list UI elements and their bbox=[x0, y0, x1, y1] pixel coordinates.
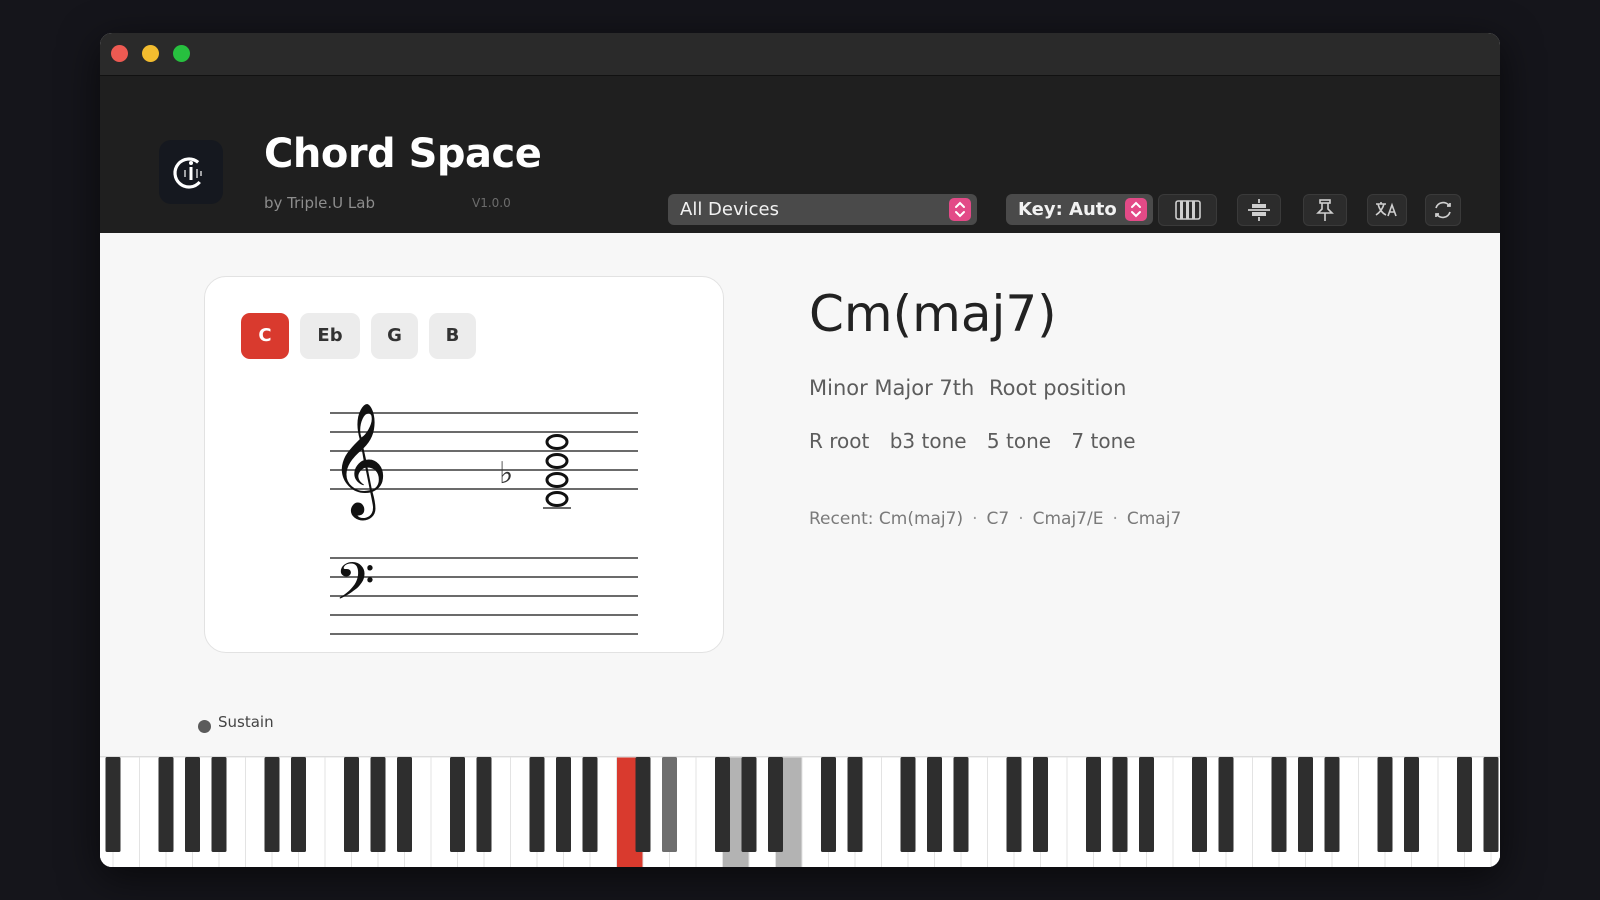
close-window-button[interactable] bbox=[111, 45, 128, 62]
recent-chord[interactable]: Cmaj7 bbox=[1127, 509, 1181, 529]
recent-chord[interactable]: Cmaj7/E bbox=[1033, 509, 1104, 529]
recent-chord[interactable]: C7 bbox=[987, 509, 1010, 529]
black-key-fsharp6[interactable] bbox=[1271, 757, 1287, 852]
black-key-csharp2[interactable] bbox=[450, 757, 465, 852]
black-key-fsharp2[interactable] bbox=[529, 757, 545, 852]
flat-sign-icon: ♭ bbox=[499, 456, 513, 491]
refresh-button[interactable] bbox=[1425, 194, 1461, 226]
device-select-stepper-icon bbox=[949, 198, 971, 221]
black-key-gsharp0[interactable] bbox=[185, 757, 200, 852]
pin-button[interactable] bbox=[1303, 194, 1347, 226]
black-key-gsharp5[interactable] bbox=[1112, 757, 1128, 852]
black-key-eb7[interactable] bbox=[1404, 757, 1419, 852]
black-key-bb0[interactable] bbox=[211, 757, 227, 852]
black-key-bb4[interactable] bbox=[953, 757, 969, 852]
app-window: Chord Space by Triple.U Lab V1.0.0 All D… bbox=[100, 33, 1500, 867]
black-key-eb4[interactable] bbox=[847, 757, 863, 852]
black-key-gsharp6[interactable] bbox=[1298, 757, 1313, 852]
chord-name: Cm(maj7) bbox=[809, 285, 1057, 343]
key-select[interactable]: Key: Auto bbox=[1006, 194, 1153, 225]
refresh-icon bbox=[1435, 201, 1451, 219]
tone-fifth: 5 tone bbox=[986, 429, 1052, 453]
app-title: Chord Space bbox=[264, 131, 542, 177]
black-key-eb5[interactable] bbox=[1033, 757, 1048, 852]
chord-tones: R root b3 tone 5 tone 7 tone bbox=[809, 429, 1150, 453]
device-select-value: All Devices bbox=[680, 199, 779, 220]
black-key-gsharp1[interactable] bbox=[370, 757, 386, 852]
black-key-fsharp5[interactable] bbox=[1086, 757, 1101, 852]
tone-root: R root bbox=[809, 429, 870, 453]
black-key-fsharp7[interactable] bbox=[1457, 757, 1472, 852]
black-key-eb6[interactable] bbox=[1218, 757, 1234, 852]
black-key-bb1[interactable] bbox=[397, 757, 412, 852]
black-key-gsharp7[interactable] bbox=[1483, 757, 1499, 852]
pin-icon bbox=[1316, 199, 1334, 221]
chord-position-label: Root position bbox=[989, 376, 1127, 400]
align-center-icon bbox=[1248, 199, 1270, 221]
recent-label: Recent: bbox=[809, 509, 874, 529]
bass-clef-icon: 𝄢 bbox=[335, 551, 375, 624]
black-key-eb1[interactable] bbox=[291, 757, 306, 852]
black-key-csharp4[interactable] bbox=[821, 757, 836, 852]
piano-keyboard[interactable]: C0C1C2C3C4C5C6C7 bbox=[100, 756, 1500, 867]
translate-button[interactable] bbox=[1367, 194, 1407, 226]
tone-seventh: 7 tone bbox=[1071, 429, 1136, 453]
black-key-fsharp0[interactable] bbox=[158, 757, 174, 852]
black-key-eb0[interactable] bbox=[105, 757, 121, 852]
black-key-gsharp2[interactable] bbox=[556, 757, 571, 852]
align-button[interactable] bbox=[1237, 194, 1281, 226]
treble-clef-icon: 𝄞 bbox=[330, 402, 388, 521]
black-key-fsharp4[interactable] bbox=[900, 757, 916, 852]
app-version: V1.0.0 bbox=[472, 196, 511, 210]
black-key-gsharp3[interactable] bbox=[741, 757, 757, 852]
app-byline: by Triple.U Lab bbox=[264, 194, 375, 212]
black-key-bb5[interactable] bbox=[1139, 757, 1154, 852]
sustain-indicator[interactable] bbox=[198, 720, 211, 733]
title-bar bbox=[100, 33, 1500, 76]
key-select-stepper-icon bbox=[1125, 198, 1147, 221]
black-key-csharp6[interactable] bbox=[1192, 757, 1207, 852]
chord-quality: Minor Major 7th Root position bbox=[809, 376, 1126, 400]
black-key-bb6[interactable] bbox=[1324, 757, 1340, 852]
recent-separator: · bbox=[972, 509, 978, 529]
translate-icon bbox=[1375, 202, 1397, 217]
chord-quality-label: Minor Major 7th bbox=[809, 376, 975, 400]
minimize-window-button[interactable] bbox=[142, 45, 159, 62]
notation-card: C Eb G B 𝄞 ♭ 𝄢 bbox=[204, 276, 724, 653]
black-key-fsharp1[interactable] bbox=[344, 757, 359, 852]
black-key-bb3[interactable] bbox=[768, 757, 783, 852]
black-key-bb2[interactable] bbox=[582, 757, 598, 852]
black-key-gsharp4[interactable] bbox=[927, 757, 942, 852]
piano-keys-icon bbox=[1174, 200, 1201, 220]
tone-third: b3 tone bbox=[889, 429, 967, 453]
app-logo-icon bbox=[159, 140, 223, 204]
black-key-csharp1[interactable] bbox=[264, 757, 280, 852]
sustain-label: Sustain bbox=[218, 713, 274, 731]
black-key-csharp5[interactable] bbox=[1006, 757, 1022, 852]
black-key-eb3[interactable] bbox=[662, 757, 677, 852]
piano-view-button[interactable] bbox=[1158, 194, 1217, 226]
black-key-csharp7[interactable] bbox=[1377, 757, 1393, 852]
black-key-eb2[interactable] bbox=[476, 757, 492, 852]
app-header: Chord Space by Triple.U Lab V1.0.0 All D… bbox=[100, 76, 1500, 233]
grand-staff: 𝄞 ♭ 𝄢 bbox=[330, 402, 638, 635]
black-key-csharp3[interactable] bbox=[635, 757, 651, 852]
bass-staff bbox=[330, 557, 638, 635]
key-select-value: Key: Auto bbox=[1018, 199, 1117, 220]
device-select[interactable]: All Devices bbox=[668, 194, 977, 225]
recent-separator: · bbox=[1018, 509, 1024, 529]
recent-chords: Recent: Cm(maj7) · C7 · Cmaj7/E · Cmaj7 bbox=[809, 509, 1181, 529]
maximize-window-button[interactable] bbox=[173, 45, 190, 62]
recent-separator: · bbox=[1112, 509, 1118, 529]
recent-chord[interactable]: Cm(maj7) bbox=[879, 509, 963, 529]
black-key-fsharp3[interactable] bbox=[715, 757, 730, 852]
